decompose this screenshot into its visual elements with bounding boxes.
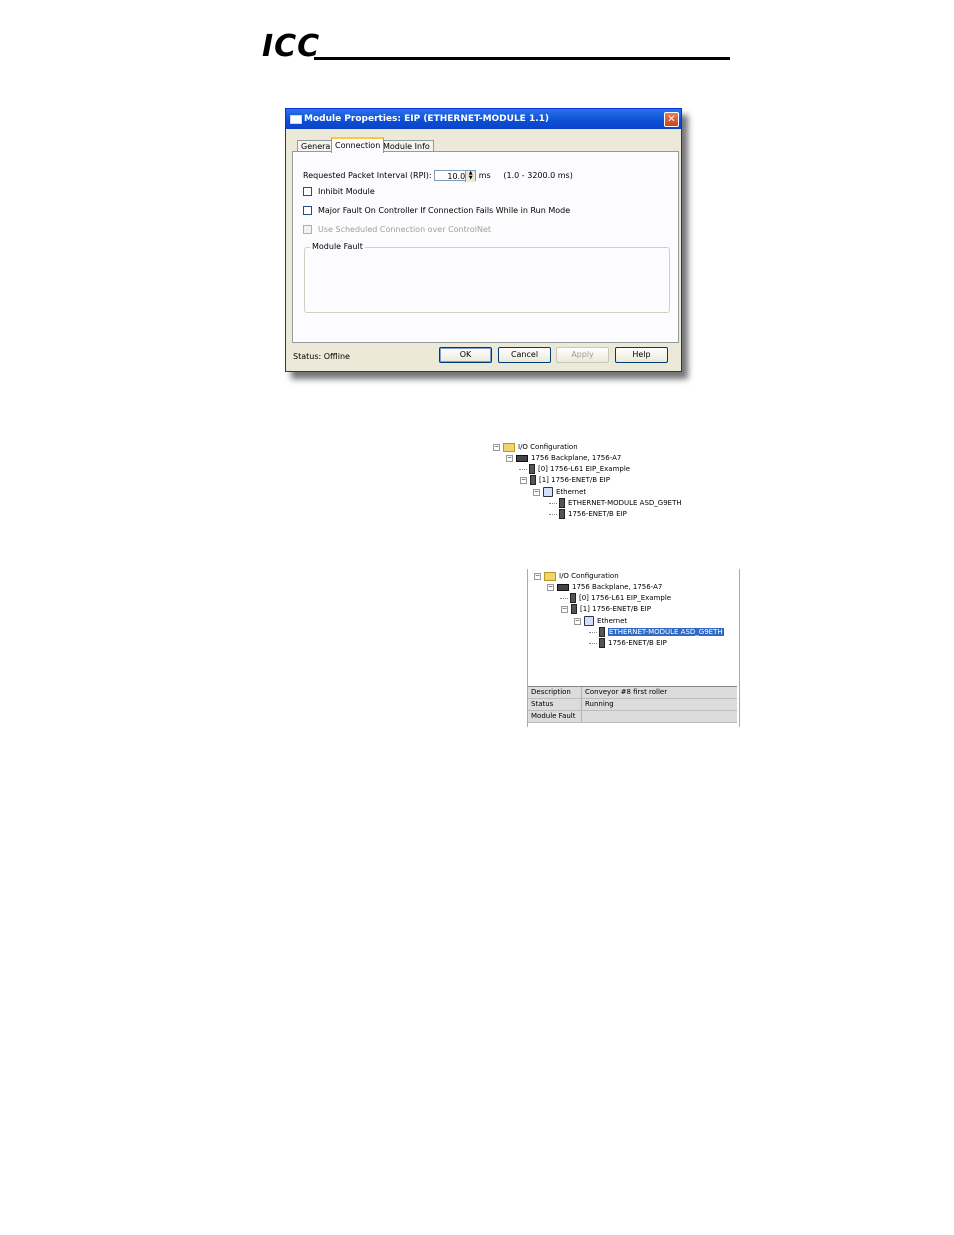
major-fault-row[interactable]: Major Fault On Controller If Connection … bbox=[303, 206, 570, 215]
module-icon bbox=[530, 475, 536, 485]
rpi-spinner[interactable]: ▲ ▼ bbox=[465, 171, 476, 182]
module-icon bbox=[559, 509, 565, 519]
property-value: Conveyor #8 first roller bbox=[585, 688, 668, 696]
tab-connection[interactable]: Connection bbox=[331, 137, 385, 153]
property-row: Status Running bbox=[528, 699, 737, 711]
collapse-icon[interactable]: − bbox=[547, 583, 554, 591]
controller-icon bbox=[570, 593, 576, 603]
collapse-icon[interactable]: − bbox=[534, 572, 541, 580]
close-icon[interactable]: ✕ bbox=[664, 112, 679, 127]
apply-button: Apply bbox=[556, 347, 609, 363]
property-row: Module Fault bbox=[528, 711, 737, 723]
tree-node-controller[interactable]: [0] 1756-L61 EIP_Example bbox=[519, 464, 630, 474]
scheduled-connection-label: Use Scheduled Connection over ControlNet bbox=[318, 225, 492, 234]
module-fault-group: Module Fault bbox=[304, 242, 670, 313]
rpi-range: (1.0 - 3200.0 ms) bbox=[503, 171, 573, 180]
module-icon bbox=[599, 627, 605, 637]
inhibit-module-checkbox[interactable] bbox=[303, 187, 312, 196]
major-fault-label: Major Fault On Controller If Connection … bbox=[318, 206, 571, 215]
collapse-icon[interactable]: − bbox=[574, 617, 581, 625]
scheduled-connection-checkbox bbox=[303, 225, 312, 234]
tree-node-io-configuration[interactable]: − I/O Configuration bbox=[493, 442, 578, 452]
tree-node-backplane[interactable]: −1756 Backplane, 1756-A7 bbox=[547, 582, 662, 592]
property-row: Description Conveyor #8 first roller bbox=[528, 687, 737, 699]
tree-node-enet-bridge[interactable]: − [1] 1756-ENET/B EIP bbox=[520, 475, 610, 485]
collapse-icon[interactable]: − bbox=[520, 476, 527, 484]
dialog-title: Module Properties: EIP (ETHERNET-MODULE … bbox=[304, 114, 550, 124]
property-key: Module Fault bbox=[531, 712, 576, 720]
folder-icon bbox=[503, 442, 515, 452]
status-text: Status: Offline bbox=[293, 352, 350, 361]
icc-logo: ICC bbox=[262, 29, 321, 64]
rpi-unit: ms bbox=[478, 171, 491, 180]
window-icon bbox=[290, 115, 302, 124]
network-icon bbox=[543, 487, 553, 497]
connection-panel: Requested Packet Interval (RPI): 10.0 ▲ … bbox=[292, 151, 679, 343]
tree-node-controller[interactable]: [0] 1756-L61 EIP_Example bbox=[560, 593, 671, 603]
scheduled-connection-row: Use Scheduled Connection over ControlNet bbox=[303, 225, 491, 234]
tree-node-enet-local[interactable]: 1756-ENET/B EIP bbox=[549, 509, 627, 519]
rpi-label: Requested Packet Interval (RPI): bbox=[303, 171, 432, 180]
module-icon bbox=[599, 638, 605, 648]
module-icon bbox=[571, 604, 577, 614]
inhibit-module-label: Inhibit Module bbox=[318, 187, 375, 196]
tree-node-ethernet-module[interactable]: ETHERNET-MODULE ASD_G9ETH bbox=[549, 498, 682, 508]
module-icon bbox=[559, 498, 565, 508]
backplane-icon bbox=[516, 454, 528, 462]
rpi-value: 10.0 bbox=[447, 172, 466, 181]
tree-node-backplane[interactable]: −1756 Backplane, 1756-A7 bbox=[506, 453, 621, 463]
tree-node-io-configuration[interactable]: − I/O Configuration bbox=[534, 571, 619, 581]
controller-organizer-panel: − I/O Configuration −1756 Backplane, 1756… bbox=[527, 569, 740, 727]
module-fault-label: Module Fault bbox=[310, 242, 365, 251]
controller-icon bbox=[529, 464, 535, 474]
spin-down-icon[interactable]: ▼ bbox=[469, 175, 473, 181]
collapse-icon[interactable]: − bbox=[493, 443, 500, 451]
ok-button[interactable]: OK bbox=[439, 347, 492, 363]
properties-pane: Description Conveyor #8 first roller Sta… bbox=[528, 686, 737, 723]
rpi-row: Requested Packet Interval (RPI): 10.0 ▲ … bbox=[303, 170, 573, 182]
module-properties-dialog: Module Properties: EIP (ETHERNET-MODULE … bbox=[285, 108, 682, 372]
collapse-icon[interactable]: − bbox=[561, 605, 568, 613]
tree-node-ethernet-module-selected[interactable]: ETHERNET-MODULE ASD_G9ETH bbox=[589, 627, 725, 637]
tree-node-enet-bridge[interactable]: − [1] 1756-ENET/B EIP bbox=[561, 604, 651, 614]
backplane-icon bbox=[557, 583, 569, 591]
property-key: Description bbox=[531, 688, 571, 696]
property-key: Status bbox=[531, 700, 554, 708]
major-fault-checkbox[interactable] bbox=[303, 206, 312, 215]
collapse-icon[interactable]: − bbox=[506, 454, 513, 462]
collapse-icon[interactable]: − bbox=[533, 488, 540, 496]
tree-node-ethernet[interactable]: − Ethernet bbox=[574, 616, 627, 626]
help-button[interactable]: Help bbox=[615, 347, 668, 363]
folder-icon bbox=[544, 571, 556, 581]
inhibit-module-row[interactable]: Inhibit Module bbox=[303, 187, 375, 196]
network-icon bbox=[584, 616, 594, 626]
tree-node-ethernet[interactable]: − Ethernet bbox=[533, 487, 586, 497]
property-value: Running bbox=[585, 700, 614, 708]
header-rule bbox=[314, 57, 730, 60]
dialog-titlebar[interactable]: Module Properties: EIP (ETHERNET-MODULE … bbox=[286, 109, 681, 129]
rpi-input[interactable]: 10.0 ▲ ▼ bbox=[434, 170, 477, 182]
cancel-button[interactable]: Cancel bbox=[498, 347, 551, 363]
tree-node-enet-local[interactable]: 1756-ENET/B EIP bbox=[589, 638, 667, 648]
